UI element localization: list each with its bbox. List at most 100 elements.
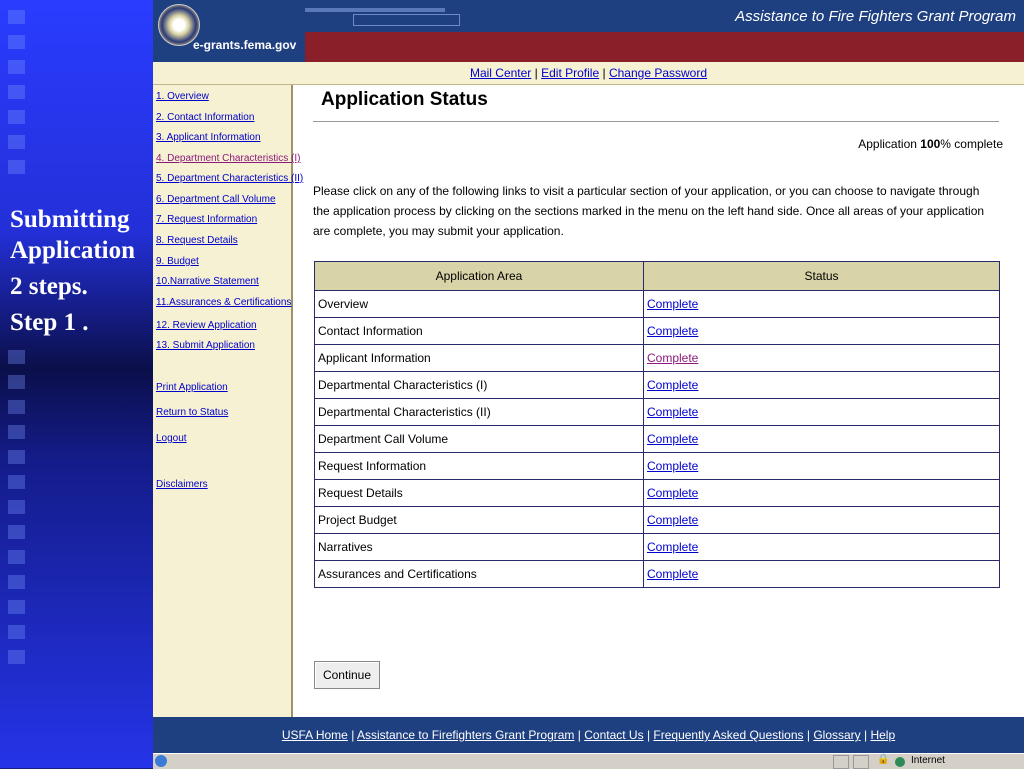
application-status-table: Application Area Status Overview Complete… <box>314 261 1000 588</box>
decor-square <box>8 600 25 614</box>
area-cell: Project Budget <box>314 506 644 534</box>
header-decor-strip <box>305 8 445 12</box>
progress-prefix: Application <box>858 137 921 151</box>
change-password-link[interactable]: Change Password <box>609 66 707 80</box>
sidebar-item-assurances-certifications[interactable]: 11.Assurances & Certifications <box>156 297 291 308</box>
table-row: Assurances and Certifications Complete <box>314 560 1000 588</box>
status-link[interactable]: Complete <box>647 324 698 338</box>
decor-square <box>8 450 25 464</box>
slide-background <box>0 0 153 768</box>
footer-contact-us-link[interactable]: Contact Us <box>584 728 643 742</box>
sidebar-item-department-characteristics-2[interactable]: 5. Department Characteristics (II) <box>156 173 303 184</box>
slide-line-4: Step 1 . <box>10 309 89 336</box>
status-link[interactable]: Complete <box>647 378 698 392</box>
sidebar-item-contact-information[interactable]: 2. Contact Information <box>156 112 254 123</box>
status-cell: Complete <box>643 560 1000 588</box>
status-cell: Complete <box>643 452 1000 480</box>
status-link[interactable]: Complete <box>647 567 698 581</box>
sidebar-item-narrative-statement[interactable]: 10.Narrative Statement <box>156 276 259 287</box>
site-name: e-grants.fema.gov <box>193 38 297 52</box>
decor-square <box>8 60 25 74</box>
table-row: Contact Information Complete <box>314 317 1000 345</box>
status-panel <box>833 755 849 769</box>
footer-usfa-home-link[interactable]: USFA Home <box>282 728 348 742</box>
table-row: Departmental Characteristics (I) Complete <box>314 371 1000 399</box>
completion-status: Application 100% complete <box>858 137 1003 151</box>
table-row: Project Budget Complete <box>314 506 1000 534</box>
sidebar-item-department-characteristics-1[interactable]: 4. Department Characteristics (I) <box>156 153 301 164</box>
decor-square <box>8 425 25 439</box>
logout-link[interactable]: Logout <box>156 433 187 444</box>
sidebar-item-budget[interactable]: 9. Budget <box>156 256 199 267</box>
decor-square <box>8 10 25 24</box>
table-row: Request Details Complete <box>314 479 1000 507</box>
decor-square <box>8 85 25 99</box>
top-nav: Mail Center | Edit Profile | Change Pass… <box>153 62 1024 85</box>
sidebar-item-overview[interactable]: 1. Overview <box>156 91 209 102</box>
site-footer: USFA Home | Assistance to Firefighters G… <box>153 717 1024 753</box>
footer-help-link[interactable]: Help <box>870 728 895 742</box>
status-cell: Complete <box>643 479 1000 507</box>
sidebar-item-submit-application[interactable]: 13. Submit Application <box>156 340 255 351</box>
sidebar-item-request-information[interactable]: 7. Request Information <box>156 214 257 225</box>
area-cell: Applicant Information <box>314 344 644 372</box>
status-link[interactable]: Complete <box>647 540 698 554</box>
edit-profile-link[interactable]: Edit Profile <box>541 66 599 80</box>
area-cell: Contact Information <box>314 317 644 345</box>
title-divider <box>313 121 999 122</box>
status-link[interactable]: Complete <box>647 513 698 527</box>
decor-square <box>8 475 25 489</box>
status-link[interactable]: Complete <box>647 459 698 473</box>
continue-button[interactable]: Continue <box>314 661 380 689</box>
status-link[interactable]: Complete <box>647 351 698 365</box>
footer-faq-link[interactable]: Frequently Asked Questions <box>653 728 803 742</box>
table-row: Department Call Volume Complete <box>314 425 1000 453</box>
table-row: Overview Complete <box>314 290 1000 318</box>
sidebar-item-review-application[interactable]: 12. Review Application <box>156 320 257 331</box>
table-row: Request Information Complete <box>314 452 1000 480</box>
print-application-link[interactable]: Print Application <box>156 382 228 393</box>
status-link[interactable]: Complete <box>647 486 698 500</box>
decor-square <box>8 400 25 414</box>
slide-line-1: Submitting <box>10 206 130 233</box>
sidebar-item-department-call-volume[interactable]: 6. Department Call Volume <box>156 194 276 205</box>
status-cell: Complete <box>643 533 1000 561</box>
area-cell: Narratives <box>314 533 644 561</box>
decor-square <box>8 625 25 639</box>
site-header: e-grants.fema.gov Assistance to Fire Fig… <box>153 0 1024 62</box>
header-decor-strip <box>353 14 460 26</box>
progress-value: 100 <box>920 137 941 151</box>
status-panel <box>853 755 869 769</box>
sidebar-item-request-details[interactable]: 8. Request Details <box>156 235 238 246</box>
nav-separator: | <box>534 66 538 80</box>
decor-square <box>8 575 25 589</box>
footer-afg-program-link[interactable]: Assistance to Firefighters Grant Program <box>357 728 574 742</box>
sidebar: 1. Overview 2. Contact Information 3. Ap… <box>153 85 303 717</box>
area-cell: Request Details <box>314 479 644 507</box>
mail-center-link[interactable]: Mail Center <box>470 66 531 80</box>
sidebar-item-applicant-information[interactable]: 3. Applicant Information <box>156 132 261 143</box>
decor-square <box>8 550 25 564</box>
intro-text: Please click on any of the following lin… <box>313 184 985 238</box>
decor-square <box>8 500 25 514</box>
status-link[interactable]: Complete <box>647 297 698 311</box>
column-header-area: Application Area <box>314 261 644 291</box>
table-row: Departmental Characteristics (II) Complet… <box>314 398 1000 426</box>
decor-square <box>8 110 25 124</box>
decor-square <box>8 35 25 49</box>
area-cell: Request Information <box>314 452 644 480</box>
security-zone: Internet <box>911 755 945 766</box>
status-link[interactable]: Complete <box>647 432 698 446</box>
decor-square <box>8 135 25 149</box>
footer-separator: | <box>646 728 651 742</box>
status-cell: Complete <box>643 344 1000 372</box>
area-cell: Departmental Characteristics (II) <box>314 398 644 426</box>
table-row: Narratives Complete <box>314 533 1000 561</box>
return-to-status-link[interactable]: Return to Status <box>156 407 228 418</box>
area-cell: Overview <box>314 290 644 318</box>
logo-area[interactable]: e-grants.fema.gov <box>153 0 305 62</box>
footer-glossary-link[interactable]: Glossary <box>813 728 860 742</box>
area-cell: Departmental Characteristics (I) <box>314 371 644 399</box>
disclaimers-link[interactable]: Disclaimers <box>156 479 208 490</box>
status-link[interactable]: Complete <box>647 405 698 419</box>
